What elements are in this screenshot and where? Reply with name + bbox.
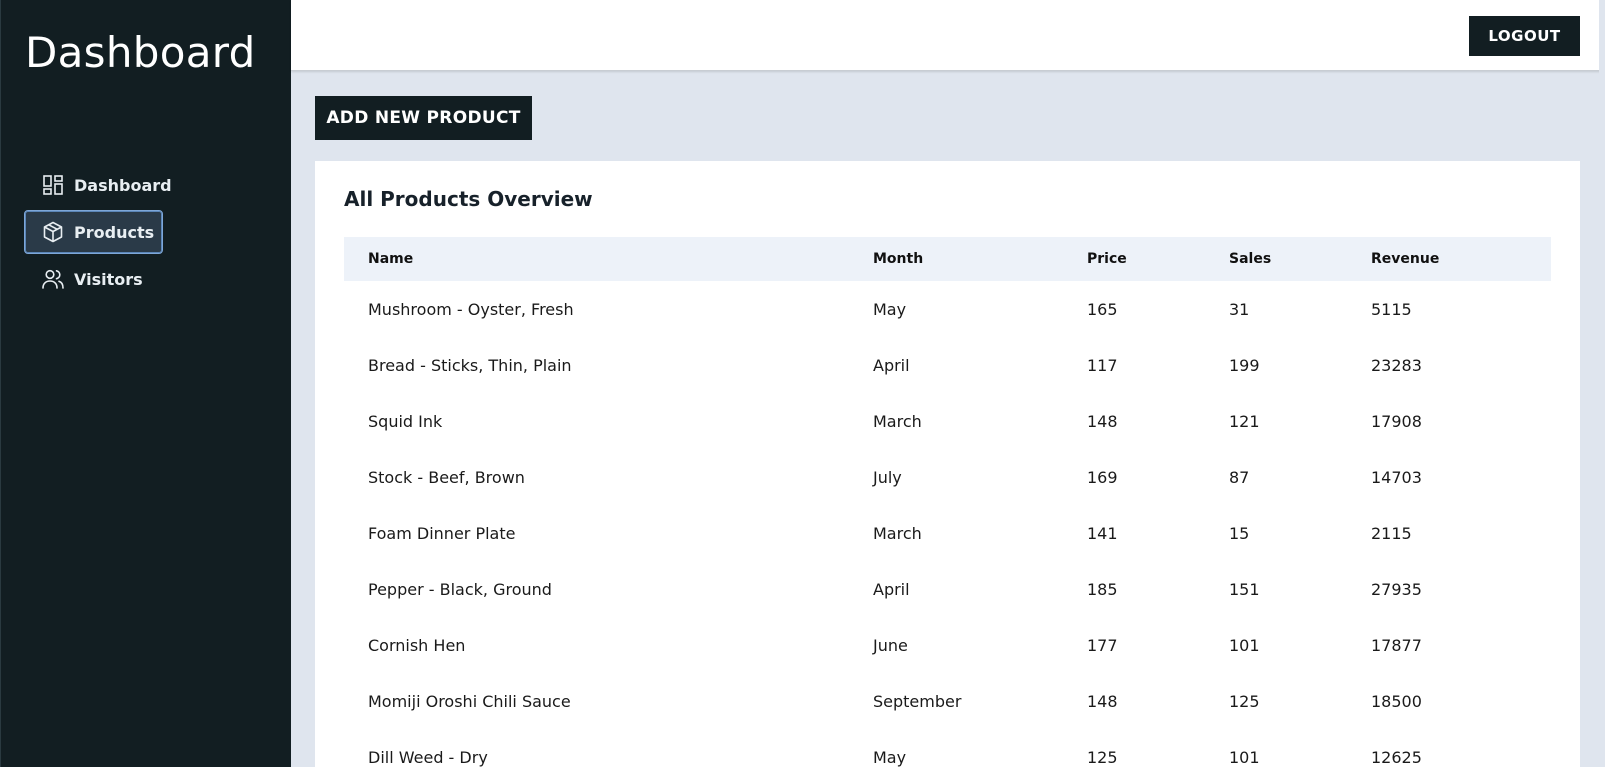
- cell-price: 177: [1087, 635, 1118, 655]
- cell-sales: 125: [1229, 691, 1260, 711]
- cell-month: June: [873, 635, 908, 655]
- table-row[interactable]: Cornish Hen June 177 101 17877: [344, 617, 1551, 673]
- table-header: Name Month Price Sales Revenue: [344, 237, 1551, 281]
- cell-price: 148: [1087, 411, 1118, 431]
- cell-price: 165: [1087, 299, 1118, 319]
- app-root: Dashboard Dashboard Products Visitors LO…: [0, 0, 1605, 767]
- table-row[interactable]: Pepper - Black, Ground April 185 151 279…: [344, 561, 1551, 617]
- window-edge: [1599, 0, 1605, 767]
- sidebar-item-label: Products: [74, 222, 155, 242]
- cell-revenue: 27935: [1371, 579, 1422, 599]
- cell-name: Foam Dinner Plate: [368, 523, 516, 543]
- users-icon: [41, 267, 65, 291]
- cell-name: Bread - Sticks, Thin, Plain: [368, 355, 572, 375]
- cell-month: July: [873, 467, 902, 487]
- table-row[interactable]: Squid Ink March 148 121 17908: [344, 393, 1551, 449]
- sidebar-item-products[interactable]: Products: [24, 210, 163, 254]
- table-row[interactable]: Foam Dinner Plate March 141 15 2115: [344, 505, 1551, 561]
- cell-revenue: 23283: [1371, 355, 1422, 375]
- column-header-price[interactable]: Price: [1063, 237, 1205, 281]
- cell-name: Squid Ink: [368, 411, 443, 431]
- products-table: Name Month Price Sales Revenue Mushroom …: [344, 237, 1551, 767]
- cell-month: April: [873, 355, 910, 375]
- cell-sales: 151: [1229, 579, 1260, 599]
- cell-month: March: [873, 523, 922, 543]
- brand-title: Dashboard: [25, 28, 256, 77]
- sidebar: Dashboard Dashboard Products Visitors: [0, 0, 291, 767]
- table-row[interactable]: Momiji Oroshi Chili Sauce September 148 …: [344, 673, 1551, 729]
- cell-price: 169: [1087, 467, 1118, 487]
- cell-price: 148: [1087, 691, 1118, 711]
- table-body: Mushroom - Oyster, Fresh May 165 31 5115…: [344, 281, 1551, 767]
- cell-price: 185: [1087, 579, 1118, 599]
- cell-revenue: 18500: [1371, 691, 1422, 711]
- sidebar-item-visitors[interactable]: Visitors: [24, 257, 163, 301]
- cell-sales: 15: [1229, 523, 1250, 543]
- table-row[interactable]: Dill Weed - Dry May 125 101 12625: [344, 729, 1551, 767]
- cell-price: 117: [1087, 355, 1118, 375]
- sidebar-item-dashboard[interactable]: Dashboard: [24, 163, 172, 207]
- cell-name: Cornish Hen: [368, 635, 466, 655]
- cell-price: 125: [1087, 747, 1118, 767]
- card-title: All Products Overview: [344, 187, 593, 211]
- logout-button[interactable]: LOGOUT: [1469, 16, 1580, 56]
- cell-name: Dill Weed - Dry: [368, 747, 488, 767]
- column-header-name[interactable]: Name: [344, 237, 849, 281]
- cell-name: Momiji Oroshi Chili Sauce: [368, 691, 571, 711]
- cell-month: April: [873, 579, 910, 599]
- column-header-revenue[interactable]: Revenue: [1347, 237, 1551, 281]
- cell-sales: 87: [1229, 467, 1250, 487]
- cell-name: Stock - Beef, Brown: [368, 467, 525, 487]
- cell-sales: 121: [1229, 411, 1260, 431]
- cell-revenue: 2115: [1371, 523, 1412, 543]
- cell-sales: 101: [1229, 747, 1260, 767]
- dashboard-grid-icon: [41, 173, 65, 197]
- cell-revenue: 12625: [1371, 747, 1422, 767]
- table-header-row: Name Month Price Sales Revenue: [344, 237, 1551, 281]
- table-row[interactable]: Bread - Sticks, Thin, Plain April 117 19…: [344, 337, 1551, 393]
- column-header-sales[interactable]: Sales: [1205, 237, 1347, 281]
- sidebar-item-label: Visitors: [74, 269, 143, 289]
- package-box-icon: [41, 220, 65, 244]
- table-row[interactable]: Stock - Beef, Brown July 169 87 14703: [344, 449, 1551, 505]
- cell-sales: 31: [1229, 299, 1250, 319]
- cell-month: May: [873, 747, 907, 767]
- cell-revenue: 14703: [1371, 467, 1422, 487]
- cell-month: September: [873, 691, 962, 711]
- table-row[interactable]: Mushroom - Oyster, Fresh May 165 31 5115: [344, 281, 1551, 337]
- cell-month: March: [873, 411, 922, 431]
- sidebar-nav: Dashboard Products Visitors: [24, 163, 264, 304]
- cell-sales: 101: [1229, 635, 1260, 655]
- cell-name: Mushroom - Oyster, Fresh: [368, 299, 574, 319]
- cell-month: May: [873, 299, 907, 319]
- sidebar-item-label: Dashboard: [74, 175, 172, 195]
- cell-revenue: 17877: [1371, 635, 1422, 655]
- cell-sales: 199: [1229, 355, 1260, 375]
- cell-revenue: 17908: [1371, 411, 1422, 431]
- topbar: LOGOUT: [291, 0, 1605, 71]
- cell-price: 141: [1087, 523, 1118, 543]
- column-header-month[interactable]: Month: [849, 237, 1063, 281]
- cell-revenue: 5115: [1371, 299, 1412, 319]
- add-new-product-button[interactable]: ADD NEW PRODUCT: [315, 96, 532, 140]
- cell-name: Pepper - Black, Ground: [368, 579, 552, 599]
- products-card: All Products Overview Name Month Price S…: [315, 161, 1580, 767]
